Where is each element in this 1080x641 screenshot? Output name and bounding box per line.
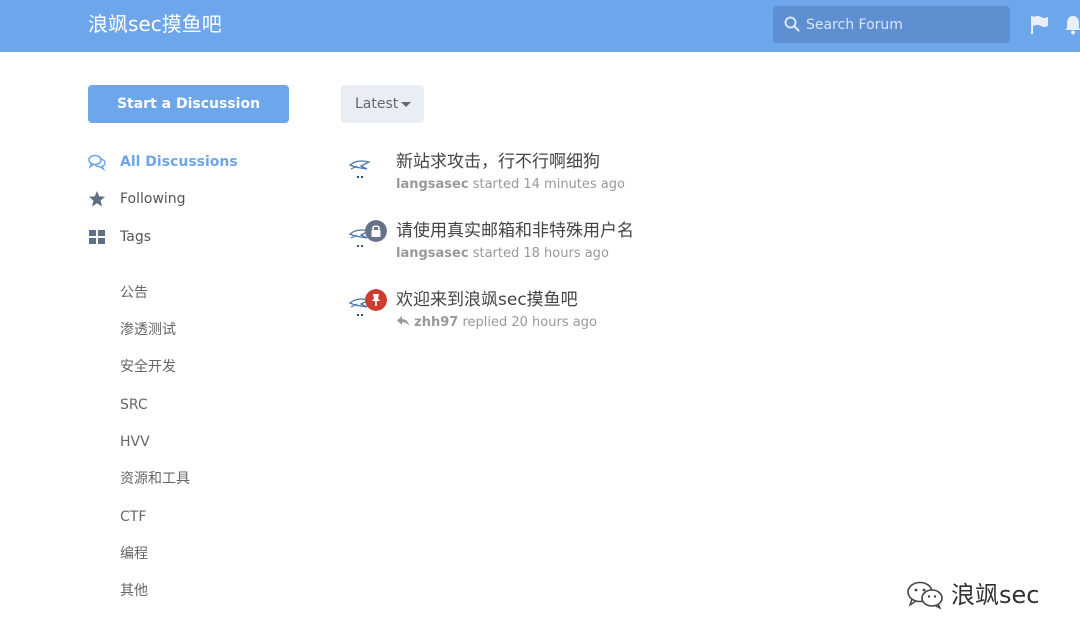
- nav-label: Following: [120, 191, 186, 207]
- watermark-text: 浪飒sec: [951, 581, 1040, 609]
- reply-icon: [397, 316, 409, 326]
- bell-icon[interactable]: [1062, 14, 1080, 36]
- discussion-meta: langsasec started 18 hours ago: [396, 246, 609, 262]
- discussion-item[interactable]: 请使用真实邮箱和非特殊用户名 langsasec started 18 hour…: [341, 220, 1041, 270]
- comments-icon: [88, 154, 106, 171]
- tag-link[interactable]: SRC: [120, 395, 148, 415]
- tag-link[interactable]: 资源和工具: [120, 469, 190, 489]
- tag-link[interactable]: CTF: [120, 507, 146, 527]
- tag-link[interactable]: 公告: [120, 283, 148, 303]
- watermark: 浪飒sec: [905, 578, 1065, 612]
- discussion-action: started 18 hours ago: [472, 246, 609, 261]
- discussion-action: started 14 minutes ago: [472, 177, 625, 192]
- discussion-author[interactable]: langsasec: [396, 246, 469, 261]
- discussion-item[interactable]: 欢迎来到浪飒sec摸鱼吧 zhh97 replied 20 hours ago: [341, 289, 1041, 339]
- discussion-author[interactable]: langsasec: [396, 177, 469, 192]
- tag-link[interactable]: 其他: [120, 581, 148, 601]
- discussion-title[interactable]: 请使用真实邮箱和非特殊用户名: [396, 220, 634, 242]
- discussion-title[interactable]: 欢迎来到浪飒sec摸鱼吧: [396, 289, 578, 311]
- tag-link[interactable]: 渗透测试: [120, 320, 176, 340]
- chevron-down-icon: [401, 102, 411, 107]
- sort-dropdown[interactable]: Latest: [341, 85, 424, 123]
- discussion-title[interactable]: 新站求攻击，行不行啊细狗: [396, 151, 600, 173]
- flag-icon[interactable]: [1029, 14, 1051, 36]
- forum-brand-title[interactable]: 浪飒sec摸鱼吧: [88, 11, 222, 37]
- search-placeholder: Search Forum: [806, 17, 903, 33]
- discussion-meta: langsasec started 14 minutes ago: [396, 177, 625, 193]
- discussion-action: replied 20 hours ago: [462, 315, 597, 330]
- discussion-item[interactable]: 新站求攻击，行不行啊细狗 langsasec started 14 minute…: [341, 151, 1041, 201]
- pin-icon: [365, 289, 387, 311]
- top-header: 浪飒sec摸鱼吧 Search Forum: [0, 0, 1080, 52]
- tag-link[interactable]: 安全开发: [120, 357, 176, 377]
- search-input[interactable]: Search Forum: [773, 6, 1010, 43]
- nav-label: Tags: [120, 229, 151, 245]
- start-discussion-button[interactable]: Start a Discussion: [88, 85, 289, 123]
- user-avatar[interactable]: [347, 155, 373, 181]
- tags-grid-icon: [89, 230, 105, 244]
- nav-label: All Discussions: [120, 154, 238, 170]
- search-icon: [784, 16, 800, 32]
- lock-icon: [365, 220, 387, 242]
- tag-link[interactable]: 编程: [120, 544, 148, 564]
- discussion-meta: zhh97 replied 20 hours ago: [396, 315, 597, 331]
- wechat-icon: [907, 581, 943, 610]
- tag-link[interactable]: HVV: [120, 432, 150, 452]
- sort-label: Latest: [355, 96, 399, 112]
- star-icon: [89, 191, 105, 207]
- discussion-author[interactable]: zhh97: [414, 315, 458, 330]
